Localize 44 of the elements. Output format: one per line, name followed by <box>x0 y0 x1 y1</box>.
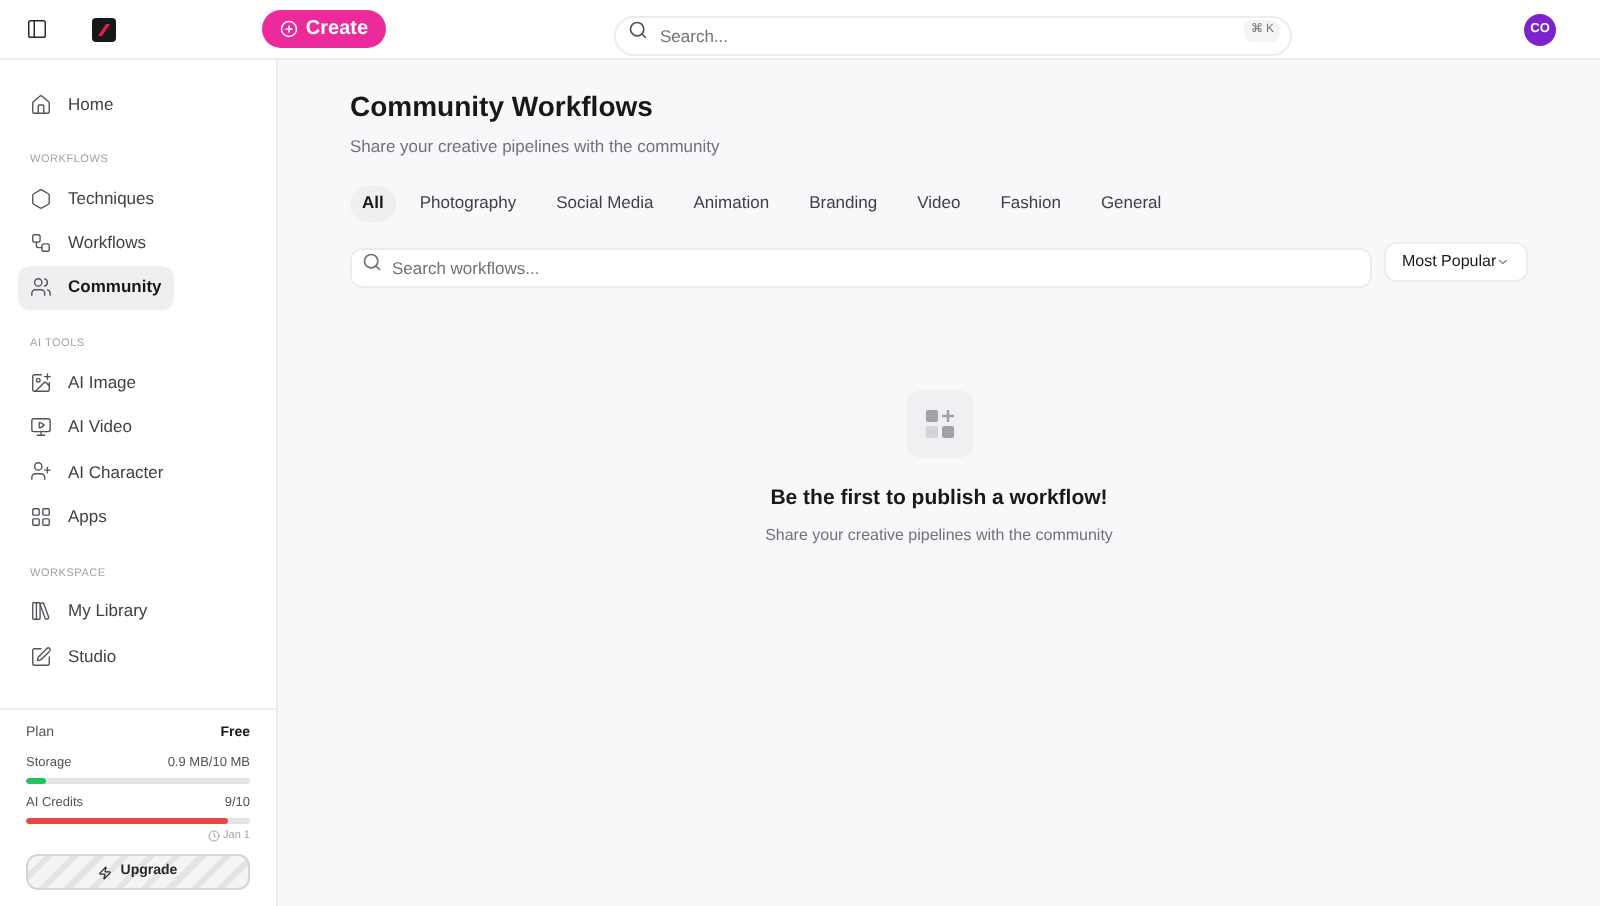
sidebar-item[interactable]: AI Video <box>18 405 144 450</box>
panel-icon <box>25 18 47 40</box>
search-icon <box>628 20 648 40</box>
category-tab[interactable]: Fashion <box>988 185 1073 222</box>
empty-state-title: Be the first to publish a workflow! <box>770 483 1108 514</box>
people-icon <box>30 276 52 299</box>
category-tab[interactable]: Branding <box>797 185 890 222</box>
pen-square-icon <box>30 645 52 668</box>
page-title: Community Workflows <box>350 88 655 126</box>
lightning-icon <box>98 865 113 879</box>
clock-icon <box>207 829 220 842</box>
sidebar-item[interactable]: AI Character <box>18 449 176 494</box>
sidebar-item[interactable]: Techniques <box>18 176 167 221</box>
empty-state-text: Share your creative pipelines with the community <box>765 523 1113 547</box>
category-tab[interactable]: Video <box>905 185 973 222</box>
hexagon-icon <box>30 187 52 210</box>
sidebar-item[interactable]: Home <box>18 82 258 126</box>
sidebar-item[interactable]: Community <box>18 265 174 310</box>
plus-circle-icon <box>279 20 298 38</box>
create-button[interactable]: Create <box>262 10 386 48</box>
page-subtitle: Share your creative pipelines with the community <box>350 134 722 160</box>
sidebar-item[interactable]: Studio <box>18 634 129 679</box>
category-tab[interactable]: Social Media <box>544 185 666 222</box>
monitor-play-icon <box>30 416 52 439</box>
sidebar-item[interactable]: AI Image <box>18 360 149 405</box>
house-icon <box>30 93 52 115</box>
sidebar-item[interactable]: Apps <box>18 494 119 539</box>
nodes-icon <box>30 232 52 255</box>
category-tab[interactable]: Animation <box>681 185 782 222</box>
category-tab[interactable]: All <box>350 185 396 222</box>
logo-icon[interactable] <box>92 17 116 41</box>
sidebar-item[interactable]: My Library <box>18 589 160 634</box>
workflow-search-field[interactable]: Search workflows... <box>350 247 1372 288</box>
grid-icon <box>30 505 52 528</box>
category-tab[interactable]: General <box>1088 185 1174 222</box>
person-plus-icon <box>30 460 52 483</box>
books-icon <box>30 600 52 623</box>
category-tab[interactable]: Photography <box>407 185 529 222</box>
image-plus-icon <box>30 371 52 394</box>
sidebar-toggle-button[interactable] <box>22 15 50 43</box>
search-icon <box>362 251 382 272</box>
sidebar-item[interactable]: Workflows <box>18 221 159 266</box>
sort-dropdown[interactable]: Most Popular <box>1384 241 1528 282</box>
empty-state-icon <box>905 389 973 458</box>
